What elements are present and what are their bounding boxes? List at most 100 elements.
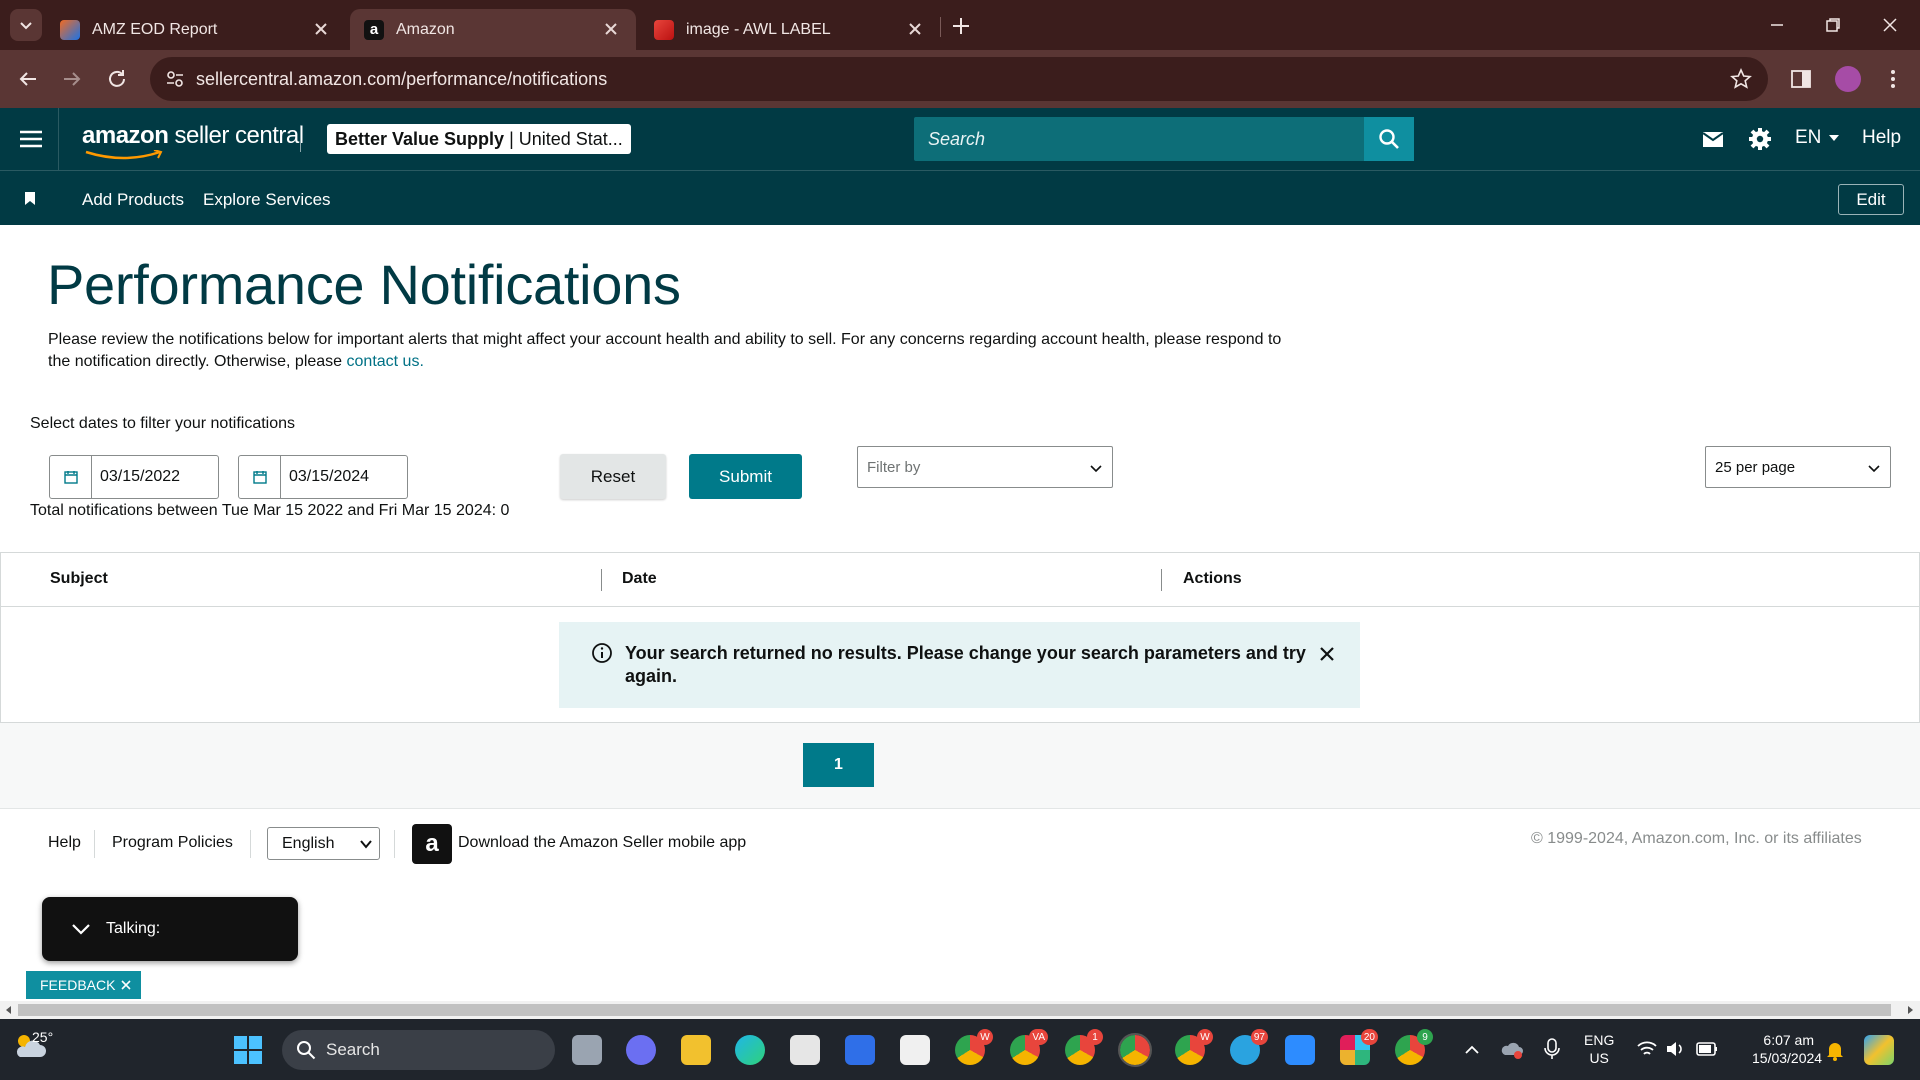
tab-image-awl-label[interactable]: image - AWL LABEL bbox=[640, 9, 940, 50]
page-title: Performance Notifications bbox=[47, 253, 681, 316]
close-icon[interactable] bbox=[121, 980, 132, 990]
task-view-icon[interactable] bbox=[572, 1035, 602, 1065]
microphone-icon[interactable] bbox=[1542, 1037, 1562, 1061]
microsoft-store-icon[interactable] bbox=[790, 1035, 820, 1065]
footer-divider bbox=[94, 830, 95, 858]
explore-services-link[interactable]: Explore Services bbox=[203, 190, 331, 210]
copilot-icon[interactable] bbox=[1864, 1035, 1894, 1065]
reset-button[interactable]: Reset bbox=[560, 454, 666, 499]
search-button[interactable] bbox=[1364, 117, 1414, 161]
per-page-select[interactable]: 25 per page bbox=[1705, 446, 1891, 488]
dropbox-icon[interactable] bbox=[845, 1035, 875, 1065]
chevron-down-icon bbox=[1868, 465, 1880, 473]
chrome-profile-icon[interactable]: 9 bbox=[1395, 1029, 1433, 1065]
weather-widget[interactable]: 25° bbox=[12, 1029, 53, 1061]
calendar-button[interactable] bbox=[50, 456, 92, 498]
battery-icon[interactable] bbox=[1696, 1041, 1718, 1057]
taskbar-search[interactable]: Search bbox=[282, 1030, 555, 1070]
chrome-active-icon[interactable] bbox=[1118, 1033, 1152, 1067]
restore-icon[interactable] bbox=[1822, 14, 1844, 36]
mail-icon[interactable] bbox=[1700, 126, 1726, 152]
column-divider bbox=[1161, 569, 1162, 591]
language-selector[interactable]: EN bbox=[1795, 127, 1841, 149]
minimize-icon[interactable] bbox=[1766, 14, 1788, 36]
total-notifications-text: Total notifications between Tue Mar 15 2… bbox=[30, 502, 510, 519]
program-policies-link[interactable]: Program Policies bbox=[112, 834, 233, 852]
scrollbar-thumb[interactable] bbox=[18, 1004, 1891, 1016]
talking-widget[interactable]: Talking: bbox=[42, 897, 298, 961]
site-settings-icon[interactable] bbox=[164, 68, 186, 90]
chevron-down-icon bbox=[360, 840, 372, 849]
zoom-icon[interactable] bbox=[1285, 1035, 1315, 1065]
onedrive-icon[interactable] bbox=[1500, 1037, 1524, 1061]
chevron-up-icon[interactable] bbox=[1463, 1041, 1481, 1059]
side-panel-icon[interactable] bbox=[1790, 68, 1812, 90]
date-to-input[interactable] bbox=[289, 468, 399, 486]
volume-icon[interactable] bbox=[1664, 1039, 1686, 1059]
close-icon[interactable] bbox=[602, 20, 620, 38]
chevron-down-icon[interactable] bbox=[70, 919, 92, 939]
search-input[interactable] bbox=[928, 128, 1348, 150]
windows-start-icon[interactable] bbox=[233, 1035, 263, 1065]
add-products-link[interactable]: Add Products bbox=[82, 190, 184, 210]
calendar-button[interactable] bbox=[239, 456, 281, 498]
window-close-icon[interactable] bbox=[1879, 14, 1901, 36]
chrome-profile-icon[interactable]: 1 bbox=[1065, 1029, 1103, 1065]
contact-us-link[interactable]: contact us. bbox=[347, 353, 424, 370]
meet-icon[interactable] bbox=[626, 1035, 656, 1065]
language-label: EN bbox=[1795, 127, 1822, 148]
reload-icon[interactable] bbox=[103, 65, 131, 93]
close-icon[interactable] bbox=[1315, 642, 1339, 666]
chrome-profile-icon[interactable]: W bbox=[955, 1029, 993, 1065]
edge-browser-icon[interactable] bbox=[735, 1035, 765, 1065]
slack-icon[interactable]: 20 bbox=[1340, 1029, 1378, 1065]
bookmark-icon[interactable] bbox=[24, 191, 36, 206]
back-arrow-icon[interactable] bbox=[14, 65, 42, 93]
scroll-left-icon[interactable] bbox=[3, 1004, 15, 1016]
scroll-right-icon[interactable] bbox=[1904, 1004, 1916, 1016]
chevron-down-icon bbox=[20, 22, 32, 30]
footer-language-select[interactable]: English bbox=[267, 827, 380, 860]
bookmark-star-icon[interactable] bbox=[1730, 68, 1752, 90]
submit-button[interactable]: Submit bbox=[689, 454, 802, 499]
edit-button[interactable]: Edit bbox=[1838, 184, 1904, 215]
hamburger-menu-icon[interactable] bbox=[18, 128, 44, 150]
tab-search-button[interactable] bbox=[10, 9, 42, 41]
chevron-down-icon bbox=[1090, 465, 1102, 473]
page-button-current[interactable]: 1 bbox=[803, 743, 874, 787]
amazon-app-logo-icon[interactable]: a bbox=[412, 824, 452, 864]
gear-icon[interactable] bbox=[1747, 126, 1773, 152]
help-link[interactable]: Help bbox=[1862, 127, 1901, 149]
download-app-link[interactable]: Download the Amazon Seller mobile app bbox=[458, 834, 746, 852]
footer-help-link[interactable]: Help bbox=[48, 834, 81, 852]
close-icon[interactable] bbox=[312, 20, 330, 38]
tab-amazon[interactable]: a Amazon bbox=[350, 9, 636, 50]
notification-bell-icon[interactable] bbox=[1825, 1039, 1845, 1061]
tab-amz-eod-report[interactable]: AMZ EOD Report bbox=[46, 9, 346, 50]
calendar-icon bbox=[252, 471, 267, 484]
filter-by-select[interactable]: Filter by bbox=[857, 446, 1113, 488]
input-language[interactable]: ENG US bbox=[1584, 1031, 1614, 1067]
more-menu-icon[interactable] bbox=[1884, 67, 1902, 91]
horizontal-scrollbar[interactable] bbox=[0, 1001, 1920, 1019]
close-icon[interactable] bbox=[906, 20, 924, 38]
clock[interactable]: 6:07 am 15/03/2024 bbox=[1752, 1031, 1823, 1067]
address-bar[interactable]: sellercentral.amazon.com/performance/not… bbox=[150, 57, 1768, 101]
date-from-input[interactable] bbox=[100, 468, 210, 486]
account-switcher[interactable]: Better Value Supply | United Stat... bbox=[327, 124, 631, 154]
feedback-tab[interactable]: FEEDBACK bbox=[26, 971, 141, 999]
wifi-icon[interactable] bbox=[1636, 1039, 1658, 1059]
file-explorer-icon[interactable] bbox=[681, 1035, 711, 1065]
profile-avatar[interactable] bbox=[1835, 66, 1861, 92]
telegram-icon[interactable]: 97 bbox=[1230, 1029, 1268, 1065]
caret-down-icon bbox=[1829, 135, 1840, 141]
chrome-profile-icon[interactable]: VA bbox=[1010, 1029, 1048, 1065]
clock-time: 6:07 am bbox=[1763, 1032, 1814, 1048]
clock-date: 15/03/2024 bbox=[1752, 1050, 1823, 1066]
new-tab-plus-icon[interactable] bbox=[950, 15, 972, 37]
date-filter-label: Select dates to filter your notification… bbox=[30, 415, 296, 432]
forward-arrow-icon[interactable] bbox=[58, 65, 86, 93]
chrome-profile-icon[interactable]: W bbox=[1175, 1029, 1213, 1065]
amazon-app-icon[interactable] bbox=[900, 1035, 930, 1065]
seller-central-logo[interactable]: amazon seller central bbox=[82, 122, 304, 160]
